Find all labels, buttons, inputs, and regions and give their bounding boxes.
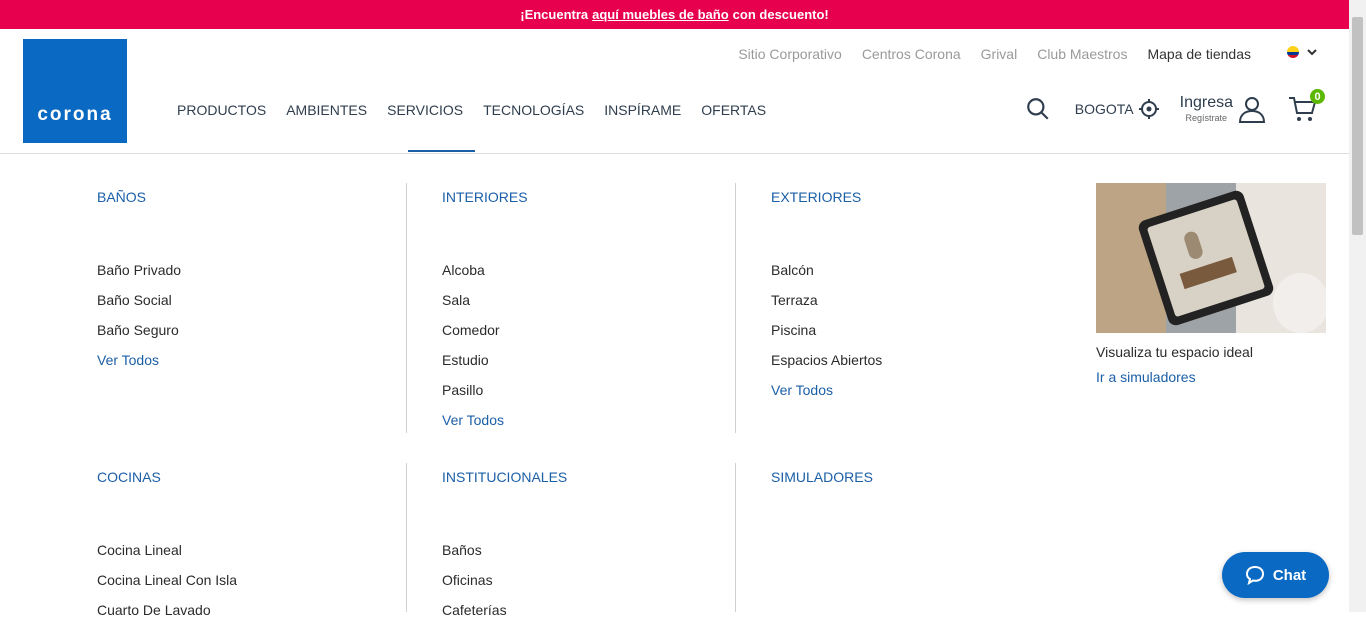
menu-column-exteriores: EXTERIORES Balcón Terraza Piscina Espaci… — [771, 189, 882, 400]
tablet-illustration — [1096, 183, 1326, 333]
location-selector[interactable]: BOGOTA — [1075, 98, 1160, 120]
menu-item[interactable]: Baños — [442, 541, 567, 560]
utility-link-grival[interactable]: Grival — [981, 46, 1018, 62]
menu-item[interactable]: Espacios Abiertos — [771, 351, 882, 370]
menu-item[interactable]: Baño Privado — [97, 261, 181, 280]
promo-caption: Visualiza tu espacio ideal — [1096, 344, 1253, 360]
menu-item[interactable]: Comedor — [442, 321, 528, 340]
nav-inspirame[interactable]: INSPÍRAME — [604, 102, 681, 118]
column-divider — [735, 183, 736, 433]
nav-ambientes[interactable]: AMBIENTES — [286, 102, 367, 118]
menu-column-institucionales: INSTITUCIONALES Baños Oficinas Cafetería… — [442, 469, 567, 620]
menu-item[interactable]: Cuarto De Lavado — [97, 601, 237, 620]
menu-item[interactable]: Terraza — [771, 291, 882, 310]
column-divider — [406, 183, 407, 433]
utility-link-centros-corona[interactable]: Centros Corona — [862, 46, 961, 62]
utility-nav: Sitio Corporativo Centros Corona Grival … — [738, 46, 1251, 62]
nav-ofertas[interactable]: OFERTAS — [701, 102, 766, 118]
menu-column-cocinas: COCINAS Cocina Lineal Cocina Lineal Con … — [97, 469, 237, 620]
menu-heading-simuladores[interactable]: SIMULADORES — [771, 469, 873, 485]
tablet-simulator-image[interactable] — [1096, 183, 1326, 333]
menu-heading-cocinas[interactable]: COCINAS — [97, 469, 237, 485]
header-actions: BOGOTA Ingresa Regístrate 0 — [1025, 89, 1325, 124]
chevron-down-icon — [1307, 48, 1317, 55]
colombia-flag-icon — [1287, 46, 1299, 58]
menu-view-all-link[interactable]: Ver Todos — [771, 381, 882, 400]
column-divider — [735, 463, 736, 612]
utility-link-mapa-tiendas[interactable]: Mapa de tiendas — [1147, 46, 1251, 62]
menu-column-simuladores: SIMULADORES — [771, 469, 873, 485]
location-label: BOGOTA — [1074, 101, 1134, 117]
menu-item[interactable]: Cocina Lineal — [97, 541, 237, 560]
column-divider — [406, 463, 407, 612]
menu-item[interactable]: Cafeterías — [442, 601, 567, 620]
scrollbar-thumb[interactable] — [1352, 17, 1363, 235]
promo-prefix: ¡Encuentra — [520, 7, 589, 22]
menu-item[interactable]: Alcoba — [442, 261, 528, 280]
account-button[interactable]: Ingresa Regístrate — [1180, 95, 1267, 123]
active-nav-indicator — [408, 150, 475, 152]
simulators-link[interactable]: Ir a simuladores — [1096, 369, 1326, 385]
country-selector[interactable] — [1287, 46, 1317, 58]
search-icon[interactable] — [1025, 96, 1051, 122]
nav-productos[interactable]: PRODUCTOS — [177, 102, 266, 118]
utility-link-sitio-corporativo[interactable]: Sitio Corporativo — [738, 46, 842, 62]
menu-column-interiores: INTERIORES Alcoba Sala Comedor Estudio P… — [442, 189, 528, 430]
menu-item[interactable]: Oficinas — [442, 571, 567, 590]
promo-suffix: con descuento! — [732, 7, 829, 22]
menu-heading-exteriores[interactable]: EXTERIORES — [771, 189, 882, 205]
account-label: Ingresa — [1179, 94, 1233, 111]
nav-servicios[interactable]: SERVICIOS — [387, 102, 463, 118]
menu-item[interactable]: Balcón — [771, 261, 882, 280]
chat-bubble-icon — [1245, 565, 1264, 585]
menu-item[interactable]: Baño Seguro — [97, 321, 181, 340]
mega-menu: BAÑOS Baño Privado Baño Social Baño Segu… — [0, 155, 1349, 618]
menu-heading-banos[interactable]: BAÑOS — [97, 189, 181, 205]
simulator-promo-card: Visualiza tu espacio ideal Ir a simulado… — [1096, 183, 1326, 385]
menu-item[interactable]: Sala — [442, 291, 528, 310]
menu-item[interactable]: Pasillo — [442, 381, 528, 400]
corona-logo[interactable]: corona — [23, 39, 127, 143]
menu-heading-interiores[interactable]: INTERIORES — [442, 189, 528, 205]
menu-view-all-link[interactable]: Ver Todos — [442, 411, 528, 430]
location-target-icon — [1138, 99, 1159, 119]
logo-text: corona — [37, 104, 113, 125]
menu-view-all-link[interactable]: Ver Todos — [97, 351, 181, 370]
account-sublabel: Regístrate — [1185, 113, 1228, 123]
menu-item[interactable]: Estudio — [442, 351, 528, 370]
nav-tecnologias[interactable]: TECNOLOGÍAS — [483, 102, 584, 118]
promo-link[interactable]: aquí muebles de baño — [592, 7, 729, 22]
chat-button[interactable]: Chat — [1222, 552, 1329, 598]
menu-column-banos: BAÑOS Baño Privado Baño Social Baño Segu… — [97, 189, 181, 370]
chat-label: Chat — [1272, 566, 1307, 584]
promo-banner: ¡Encuentra aquí muebles de baño con desc… — [0, 0, 1349, 29]
main-nav: PRODUCTOS AMBIENTES SERVICIOS TECNOLOGÍA… — [177, 102, 766, 118]
menu-heading-institucionales[interactable]: INSTITUCIONALES — [442, 469, 567, 485]
menu-item[interactable]: Cocina Lineal Con Isla — [97, 571, 237, 590]
menu-item[interactable]: Piscina — [771, 321, 882, 340]
cart-button[interactable]: 0 — [1287, 89, 1325, 124]
user-icon — [1238, 97, 1266, 123]
cart-count-badge: 0 — [1310, 89, 1325, 104]
page-scrollbar[interactable] — [1349, 0, 1366, 612]
site-header: corona Sitio Corporativo Centros Corona … — [0, 29, 1349, 154]
utility-link-club-maestros[interactable]: Club Maestros — [1037, 46, 1127, 62]
menu-item[interactable]: Baño Social — [97, 291, 181, 310]
